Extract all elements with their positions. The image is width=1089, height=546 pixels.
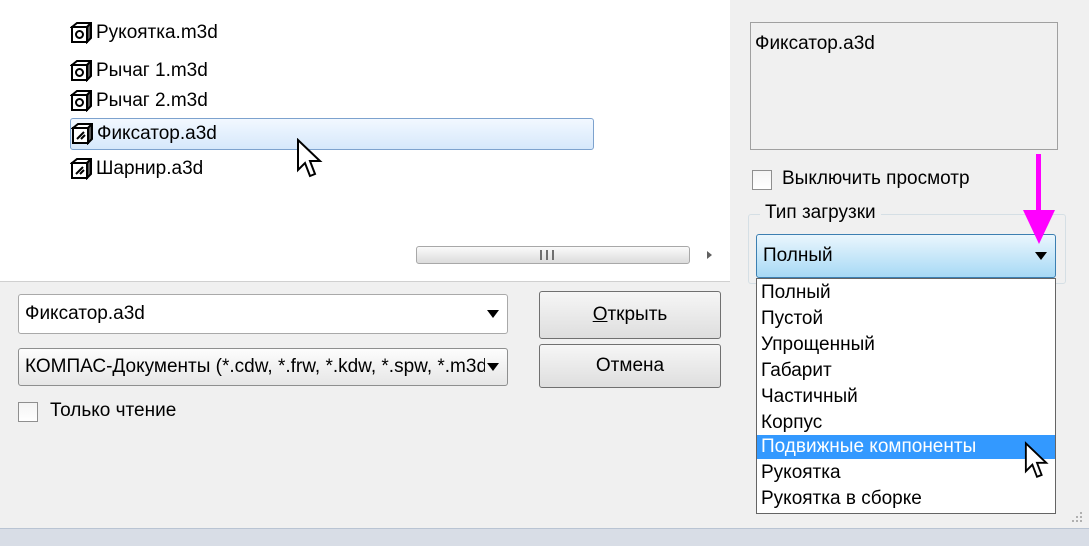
cancel-button-label: Отмена	[595, 355, 665, 376]
part-file-icon	[70, 60, 92, 82]
chevron-down-icon[interactable]	[1035, 252, 1047, 260]
load-type-dropdown[interactable]: Полный Пустой Упрощенный Габарит Частичн…	[756, 278, 1056, 514]
part-file-icon	[70, 22, 92, 44]
dropdown-option[interactable]: Рукоятка в сборке	[757, 487, 1055, 511]
file-name: Рычаг 1.m3d	[96, 60, 208, 81]
chevron-down-icon[interactable]	[487, 363, 499, 371]
status-bar	[0, 528, 1089, 546]
assembly-file-icon	[71, 123, 93, 145]
file-item[interactable]: Рычаг 1.m3d	[70, 56, 208, 86]
assembly-file-icon	[70, 158, 92, 180]
dropdown-option[interactable]: Габарит	[757, 359, 1055, 383]
cancel-button[interactable]: Отмена	[539, 344, 721, 388]
load-type-combo[interactable]: Полный	[756, 234, 1056, 278]
load-type-value: Полный	[763, 245, 833, 266]
dropdown-option[interactable]: Полный	[757, 281, 1055, 305]
mouse-pointer-icon	[1024, 441, 1049, 478]
dropdown-option[interactable]: Упрощенный	[757, 333, 1055, 357]
filetype-combo[interactable]: КОМПАС-Документы (*.cdw, *.frw, *.kdw, *…	[18, 348, 508, 386]
file-item-selected[interactable]: Фиксатор.a3d	[70, 118, 594, 150]
file-name: Фиксатор.a3d	[97, 123, 217, 144]
filetype-value: КОМПАС-Документы (*.cdw, *.frw, *.kdw, *…	[25, 356, 485, 377]
file-name: Рычаг 2.m3d	[96, 90, 208, 111]
file-item[interactable]: Рычаг 2.m3d	[70, 86, 208, 116]
horizontal-scrollbar[interactable]	[0, 240, 730, 268]
filename-combo[interactable]: Фиксатор.a3d	[18, 294, 508, 334]
disable-preview-checkbox[interactable]	[752, 170, 772, 190]
file-item[interactable]: Шарнир.a3d	[70, 154, 203, 184]
preview-panel: Фиксатор.a3d	[750, 22, 1058, 150]
open-button-label: Открыть	[592, 304, 668, 325]
resize-grip-icon[interactable]	[1066, 508, 1084, 526]
load-type-legend: Тип загрузки	[760, 202, 881, 224]
dropdown-option[interactable]: Корпус	[757, 411, 1055, 435]
file-item[interactable]: Рукоятка.m3d	[70, 18, 218, 48]
file-name: Шарнир.a3d	[96, 158, 204, 179]
dropdown-option-highlighted[interactable]: Подвижные компоненты	[757, 435, 1055, 459]
dropdown-option[interactable]: Пустой	[757, 307, 1055, 331]
readonly-label: Только чтение	[50, 400, 177, 421]
dropdown-option[interactable]: Рукоятка	[757, 461, 1055, 485]
chevron-down-icon[interactable]	[487, 310, 499, 318]
scroll-right-arrow-icon[interactable]	[702, 248, 716, 262]
readonly-checkbox[interactable]	[18, 402, 38, 422]
scrollbar-grip	[540, 250, 554, 260]
dropdown-option[interactable]: Частичный	[757, 385, 1055, 409]
disable-preview-label: Выключить просмотр	[782, 168, 970, 189]
part-file-icon	[70, 90, 92, 112]
magenta-arrow-icon	[1023, 154, 1055, 244]
mouse-pointer-icon	[297, 138, 323, 178]
open-button[interactable]: Открыть	[539, 291, 721, 339]
filename-value: Фиксатор.a3d	[25, 303, 145, 324]
preview-text: Фиксатор.a3d	[755, 33, 875, 54]
file-name: Рукоятка.m3d	[96, 22, 218, 43]
